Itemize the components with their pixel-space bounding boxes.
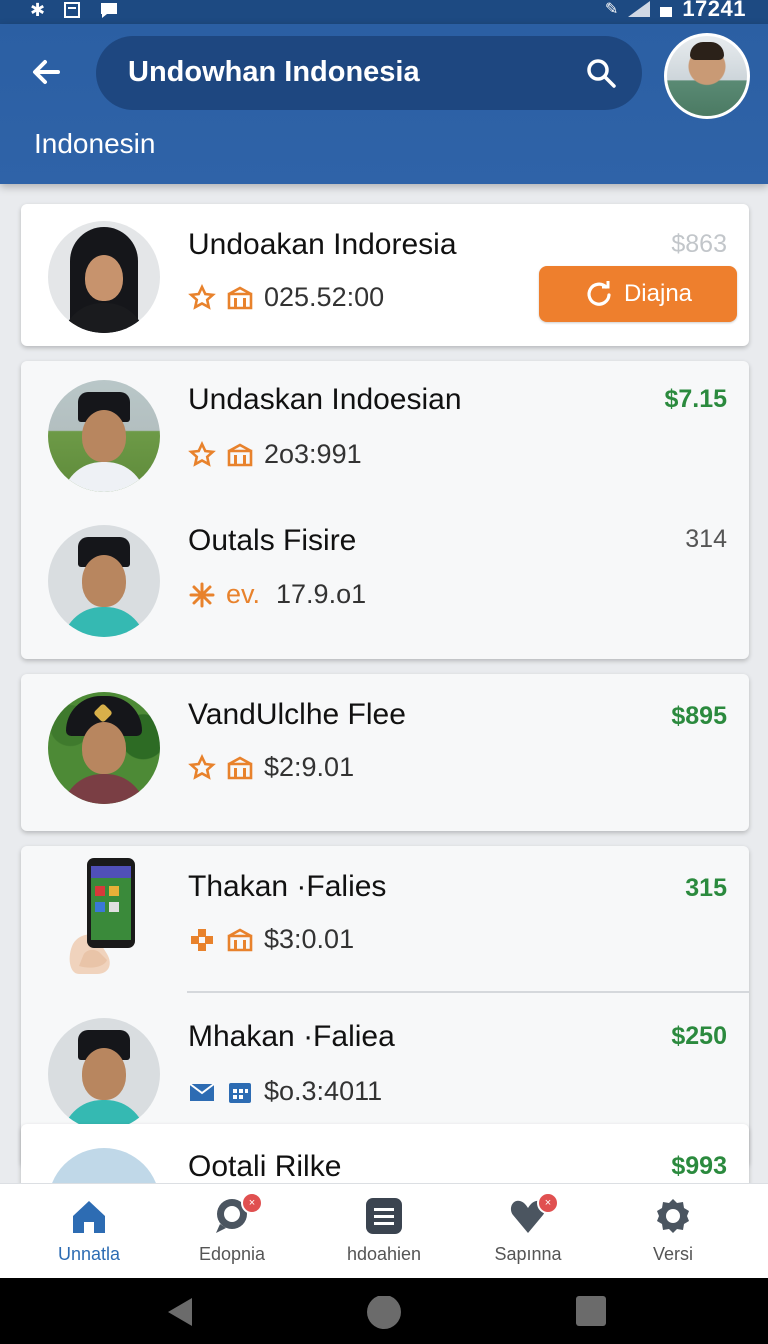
item-price: $993 — [671, 1152, 727, 1180]
signal-icon — [628, 1, 651, 17]
item-meta-value: 025.52:00 — [264, 282, 385, 312]
listing-card[interactable]: VandUlclhe Flee $2:9.01 $895 — [21, 674, 749, 831]
avatar — [48, 1148, 160, 1184]
nav-item-settings[interactable]: Versi — [598, 1184, 748, 1279]
system-navigation-bar — [0, 1278, 768, 1344]
list-item[interactable]: Thakan ·Falies $3:0.01 315 — [21, 846, 749, 992]
action-button[interactable]: Diajna — [539, 266, 737, 322]
building-icon — [227, 756, 253, 779]
item-meta: $2:9.01 — [188, 752, 354, 783]
calendar-icon — [229, 1082, 251, 1103]
clock: 17241 — [682, 0, 746, 21]
item-meta: 2o3:991 — [188, 439, 362, 470]
listing-card[interactable]: Undoakan Indoresia 025.52:00 $863 Diajna — [21, 204, 749, 346]
status-bar: ✱ ✎ 17241 — [0, 0, 768, 24]
nav-item-list[interactable]: hdoahien — [309, 1184, 459, 1279]
puzzle-icon — [191, 928, 213, 951]
page-subtitle: Indonesin — [34, 128, 156, 159]
system-recents-icon[interactable] — [576, 1296, 606, 1326]
system-home-icon[interactable] — [366, 1296, 402, 1332]
chat-icon — [101, 3, 118, 18]
building-icon — [227, 286, 253, 309]
bottom-navigation: Unnatla × Edopnia hdoahien × Sapınna Ver… — [0, 1183, 768, 1278]
home-icon — [73, 1201, 105, 1233]
nav-label: Versi — [652, 1244, 694, 1264]
item-name: Outals Fisire — [188, 524, 357, 557]
back-arrow-icon[interactable] — [28, 54, 64, 90]
building-icon — [227, 928, 253, 951]
list-item[interactable]: Outals Fisire ev. 17.9.o1 314 — [21, 509, 749, 659]
notification-icon — [64, 2, 81, 18]
settings-icon — [657, 1199, 689, 1233]
app-bar: Undowhan Indonesia Indonesin — [0, 24, 768, 184]
item-name: Undoakan Indoresia — [188, 228, 457, 261]
row-divider — [187, 991, 749, 993]
nav-item-home[interactable]: Unnatla — [14, 1184, 164, 1279]
refresh-icon — [587, 281, 611, 306]
item-meta: ev. 17.9.o1 — [188, 579, 366, 610]
star-icon — [188, 753, 216, 780]
nav-label: hdoahien — [346, 1244, 422, 1264]
item-meta: $3:0.01 — [188, 924, 354, 955]
avatar — [48, 380, 160, 492]
search-title: Undowhan Indonesia — [128, 56, 420, 88]
item-price: $7.15 — [664, 385, 727, 413]
nav-label: Edopnia — [198, 1244, 266, 1264]
listing-card[interactable]: Undaskan Indoesian 2o3:991 $7.15 Outals … — [21, 361, 749, 659]
search-bar[interactable]: Undowhan Indonesia — [96, 36, 642, 110]
list-item[interactable]: VandUlclhe Flee $2:9.01 $895 — [21, 674, 749, 831]
mute-icon: ✎ — [604, 1, 619, 18]
listing-card[interactable]: Ootali Rilke $993 — [21, 1124, 749, 1184]
listing-card[interactable]: Thakan ·Falies $3:0.01 315 Mhakan ·Falie… — [21, 846, 749, 1166]
list-item[interactable]: Undoakan Indoresia 025.52:00 $863 Diajna — [21, 204, 749, 346]
profile-photo — [667, 36, 747, 116]
nav-item-chat[interactable]: × Edopnia — [157, 1184, 307, 1279]
item-meta-value: $o.3:4011 — [264, 1076, 383, 1106]
item-name: Thakan ·Falies — [188, 870, 387, 903]
system-back-icon[interactable] — [164, 1296, 196, 1328]
phone-image — [69, 858, 135, 974]
item-name: Undaskan Indoesian — [188, 383, 462, 416]
list-item[interactable]: Undaskan Indoesian 2o3:991 $7.15 — [21, 361, 749, 509]
item-meta-value: $2:9.01 — [264, 752, 355, 782]
avatar — [48, 1018, 160, 1130]
profile-avatar[interactable] — [664, 33, 750, 119]
item-name: Ootali Rilke — [188, 1150, 342, 1183]
item-price: 314 — [685, 525, 727, 553]
avatar — [48, 525, 160, 637]
star-icon — [188, 440, 216, 467]
nav-label: Sapınna — [494, 1244, 562, 1264]
item-name: VandUlclhe Flee — [188, 698, 406, 731]
avatar — [48, 221, 160, 333]
action-button-label: Diajna — [623, 280, 693, 307]
item-meta-prefix: ev. — [226, 579, 261, 609]
list-item[interactable]: Ootali Rilke $993 — [21, 1124, 749, 1184]
item-price: $863 — [671, 230, 727, 258]
sparkle-icon — [189, 582, 215, 607]
search-icon[interactable] — [586, 58, 616, 88]
item-price: $250 — [671, 1022, 727, 1050]
item-name: Mhakan ·Faliea — [188, 1020, 395, 1053]
item-meta: $o.3:4011 — [188, 1076, 382, 1107]
nav-item-favorites[interactable]: × Sapınna — [453, 1184, 603, 1279]
nav-label: Unnatla — [57, 1244, 121, 1264]
item-meta-value: $3:0.01 — [264, 924, 355, 954]
star-icon — [188, 283, 216, 310]
mail-icon — [189, 1082, 215, 1101]
item-meta-value: 17.9.o1 — [276, 579, 367, 609]
item-meta-value: 2o3:991 — [264, 439, 362, 469]
avatar — [48, 692, 160, 804]
building-icon — [227, 443, 253, 466]
notification-badge: × — [241, 1192, 263, 1214]
battery-icon — [660, 7, 673, 17]
listing-list: Undoakan Indoresia 025.52:00 $863 Diajna… — [0, 184, 768, 1184]
item-meta: 025.52:00 — [188, 282, 384, 313]
item-price: 315 — [685, 874, 727, 902]
bluetooth-icon: ✱ — [30, 0, 46, 20]
list-icon — [366, 1198, 402, 1234]
item-price: $895 — [671, 702, 727, 730]
notification-badge: × — [537, 1192, 559, 1214]
